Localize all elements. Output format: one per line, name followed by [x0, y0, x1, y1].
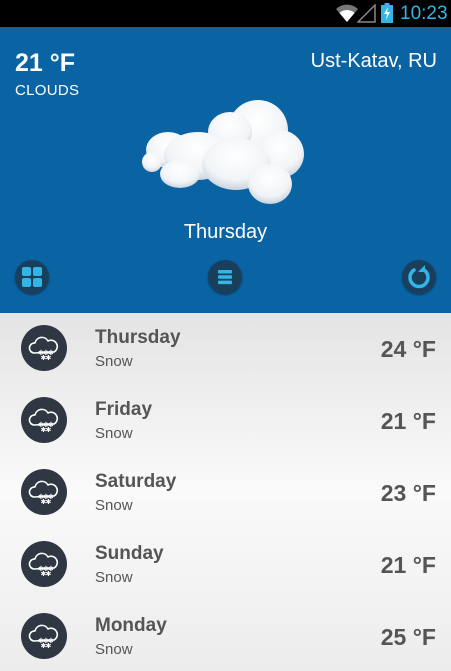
location-label[interactable]: Ust-Katav, RU	[311, 49, 437, 73]
forecast-day: Friday	[95, 399, 153, 420]
forecast-day: Saturday	[95, 471, 177, 492]
svg-text:✱: ✱	[46, 354, 52, 362]
forecast-temperature: 24 °F	[380, 336, 436, 362]
cloud-icon	[142, 100, 304, 204]
forecast-day: Thursday	[95, 327, 181, 348]
forecast-condition: Snow	[95, 425, 133, 442]
forecast-condition: Snow	[95, 569, 133, 586]
refresh-button[interactable]	[402, 260, 436, 294]
refresh-icon	[408, 265, 430, 289]
grid-view-button[interactable]	[15, 260, 49, 294]
current-weather-panel: 21 °F CLOUDS Ust-Katav, RU Thursday	[0, 27, 451, 313]
forecast-row[interactable]: ✱ ✱ ✱ ✱ ✱ Saturday Snow 23 °F	[0, 457, 451, 529]
svg-text:✱: ✱	[46, 642, 52, 650]
forecast-list: ✱ ✱ ✱ ✱ ✱ Thursday Snow 24 °F ✱ ✱ ✱ ✱ ✱ Friday…	[0, 313, 451, 671]
grid-icon	[22, 267, 42, 287]
clock: 10:23	[400, 3, 448, 24]
wifi-icon	[336, 4, 358, 22]
snow-icon: ✱ ✱ ✱ ✱ ✱	[21, 325, 67, 371]
svg-text:✱: ✱	[46, 498, 52, 506]
forecast-condition: Snow	[95, 353, 133, 370]
forecast-row[interactable]: ✱ ✱ ✱ ✱ ✱ Sunday Snow 21 °F	[0, 529, 451, 601]
menu-button[interactable]	[208, 260, 242, 294]
status-bar: 10:23	[0, 0, 451, 27]
forecast-row[interactable]: ✱ ✱ ✱ ✱ ✱ Monday Snow 25 °F	[0, 601, 451, 671]
current-temperature: 21 °F	[15, 49, 76, 77]
forecast-temperature: 21 °F	[380, 552, 436, 578]
snow-icon: ✱ ✱ ✱ ✱ ✱	[21, 397, 67, 443]
svg-text:✱: ✱	[46, 426, 52, 434]
svg-text:✱: ✱	[46, 570, 52, 578]
forecast-row[interactable]: ✱ ✱ ✱ ✱ ✱ Thursday Snow 24 °F	[0, 313, 451, 385]
forecast-condition: Snow	[95, 641, 133, 658]
forecast-temperature: 25 °F	[380, 624, 436, 650]
forecast-row[interactable]: ✱ ✱ ✱ ✱ ✱ Friday Snow 21 °F	[0, 385, 451, 457]
snow-icon: ✱ ✱ ✱ ✱ ✱	[21, 469, 67, 515]
current-condition: CLOUDS	[15, 82, 80, 99]
forecast-day: Monday	[95, 615, 167, 636]
battery-charging-icon	[381, 3, 393, 23]
snow-icon: ✱ ✱ ✱ ✱ ✱	[21, 613, 67, 659]
selected-day-label: Thursday	[183, 221, 268, 243]
snow-icon: ✱ ✱ ✱ ✱ ✱	[21, 541, 67, 587]
forecast-temperature: 21 °F	[380, 408, 436, 434]
forecast-day: Sunday	[95, 543, 164, 564]
menu-icon	[218, 270, 232, 285]
forecast-temperature: 23 °F	[380, 480, 436, 506]
forecast-condition: Snow	[95, 497, 133, 514]
signal-icon	[357, 4, 376, 23]
